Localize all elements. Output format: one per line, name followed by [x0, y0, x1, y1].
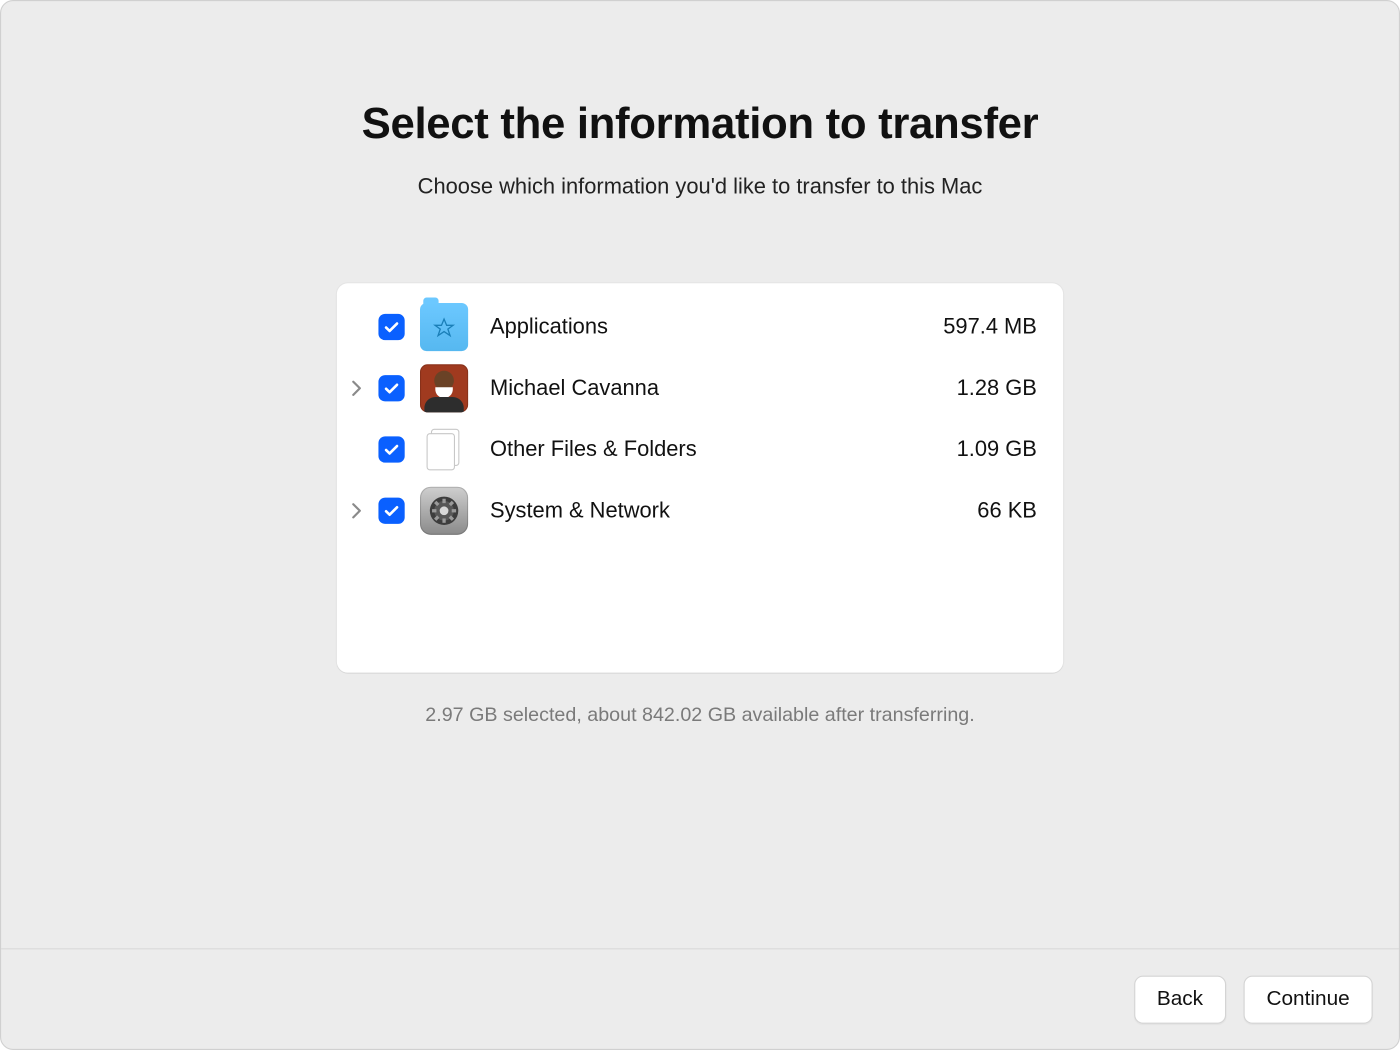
chevron-right-icon [351, 503, 362, 518]
main-content: Select the information to transfer Choos… [1, 1, 1399, 948]
transfer-items-panel: Applications 597.4 MB Michael [337, 283, 1063, 672]
user-avatar-icon [420, 364, 468, 412]
system-settings-icon [420, 487, 468, 535]
transfer-item-label: Other Files & Folders [490, 437, 946, 462]
transfer-item-checkbox[interactable] [378, 498, 404, 524]
applications-folder-icon [420, 303, 468, 351]
transfer-item-checkbox[interactable] [378, 375, 404, 401]
migration-assistant-window: Select the information to transfer Choos… [0, 0, 1400, 1050]
chevron-right-icon [351, 381, 362, 396]
transfer-item-label: System & Network [490, 498, 966, 523]
transfer-item-size: 597.4 MB [943, 314, 1037, 339]
documents-icon [420, 425, 468, 473]
transfer-item-label: Applications [490, 314, 932, 339]
continue-button[interactable]: Continue [1244, 975, 1373, 1023]
transfer-item-row[interactable]: Other Files & Folders 1.09 GB [346, 419, 1037, 480]
transfer-item-checkbox[interactable] [378, 314, 404, 340]
transfer-item-size: 1.09 GB [957, 437, 1037, 462]
footer-toolbar: Back Continue [1, 948, 1399, 1049]
disclosure-toggle[interactable] [346, 381, 368, 396]
page-subtitle: Choose which information you'd like to t… [418, 175, 983, 200]
transfer-item-checkbox[interactable] [378, 436, 404, 462]
back-button[interactable]: Back [1134, 975, 1226, 1023]
transfer-item-row[interactable]: Michael Cavanna 1.28 GB [346, 358, 1037, 419]
disclosure-toggle[interactable] [346, 503, 368, 518]
transfer-item-row[interactable]: System & Network 66 KB [346, 480, 1037, 541]
transfer-item-size: 1.28 GB [957, 376, 1037, 401]
transfer-item-size: 66 KB [977, 498, 1037, 523]
transfer-item-row[interactable]: Applications 597.4 MB [346, 296, 1037, 357]
page-title: Select the information to transfer [362, 100, 1039, 149]
selection-summary: 2.97 GB selected, about 842.02 GB availa… [425, 703, 974, 726]
transfer-item-label: Michael Cavanna [490, 376, 946, 401]
